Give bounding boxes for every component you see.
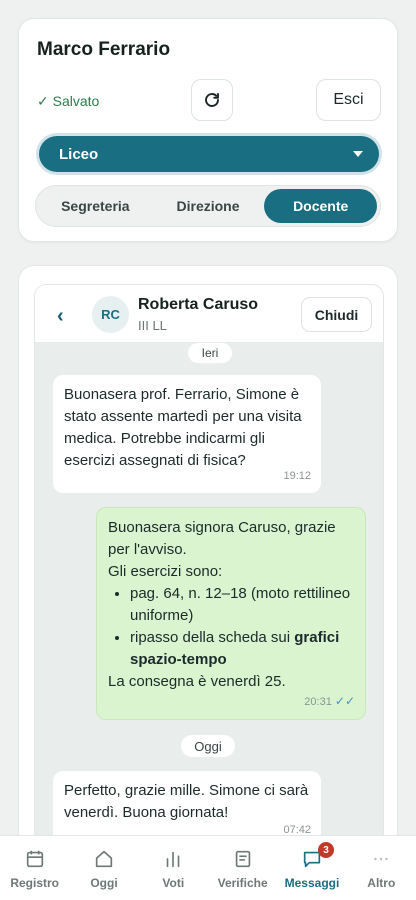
chevron-down-icon [353,151,363,157]
segment-segreteria[interactable]: Segreteria [39,189,152,223]
day-separator: Oggi [181,735,235,757]
nav-oggi[interactable]: Oggi [69,836,138,900]
nav-verifiche[interactable]: Verifiche [208,836,277,900]
message-intro: Buonasera signora Caruso, grazie per l'a… [108,519,336,558]
refresh-icon [205,93,219,107]
bars-icon [166,851,180,868]
user-name: Marco Ferrario [37,39,171,60]
message-list-intro: Gli esercizi sono: [108,563,223,580]
segment-docente[interactable]: Docente [264,189,378,223]
message-time: 19:12 [283,470,311,482]
chat-card: ‹ RC Roberta Caruso III LL Chiudi Ieri B… [18,265,398,884]
nav-label: Registro [10,876,59,890]
nav-label: Oggi [90,876,118,890]
message-text: Perfetto, grazie mille. Simone ci sarà v… [64,782,309,821]
message-outgoing: Buonasera signora Caruso, grazie per l'a… [96,507,366,720]
exercise-list: pag. 64, n. 12–18 (moto rettilineo unifo… [108,583,354,671]
chat-header: ‹ RC Roberta Caruso III LL Chiudi [35,285,383,343]
nav-label: Altro [367,876,396,890]
home-icon [95,850,113,868]
chevron-left-icon[interactable]: ‹ [57,305,64,328]
school-select[interactable]: Liceo [39,136,379,172]
school-select-value: Liceo [59,145,99,163]
chat-panel: ‹ RC Roberta Caruso III LL Chiudi Ieri B… [34,284,384,884]
role-switcher: Segreteria Direzione Docente [35,185,381,227]
refresh-button[interactable] [191,79,233,121]
more-icon [374,857,388,861]
segment-direzione[interactable]: Direzione [152,189,265,223]
list-item: ripasso della scheda sui grafici spazio-… [130,627,354,671]
calendar-icon [26,850,43,868]
bottom-nav: Registro Oggi Voti Verifiche 3 Messaggi … [0,835,416,900]
save-status: ✓ Salvato [37,93,100,109]
nav-registro[interactable]: Registro [0,836,69,900]
nav-label: Messaggi [284,876,340,890]
message-incoming: Buonasera prof. Ferrario, Simone è stato… [53,375,321,493]
avatar: RC [92,296,129,333]
nav-altro[interactable]: Altro [347,836,416,900]
document-icon [235,850,250,868]
close-chat-button[interactable]: Chiudi [301,297,372,332]
contact-class: III LL [138,318,167,333]
logout-button[interactable]: Esci [316,79,381,121]
double-check-icon: ✓✓ [334,694,355,708]
nav-label: Voti [162,876,185,890]
contact-name: Roberta Caruso [138,296,259,313]
unread-badge: 3 [317,842,334,858]
day-separator: Ieri [188,343,232,363]
message-text: Buonasera prof. Ferrario, Simone è stato… [64,386,302,469]
list-item: pag. 64, n. 12–18 (moto rettilineo unifo… [130,583,354,627]
account-card: Marco Ferrario ✓ Salvato Esci Liceo Segr… [18,18,398,242]
message-time: 20:31 ✓✓ [304,694,355,708]
nav-messaggi[interactable]: 3 Messaggi [277,836,346,900]
nav-voti[interactable]: Voti [139,836,208,900]
nav-label: Verifiche [217,876,268,890]
